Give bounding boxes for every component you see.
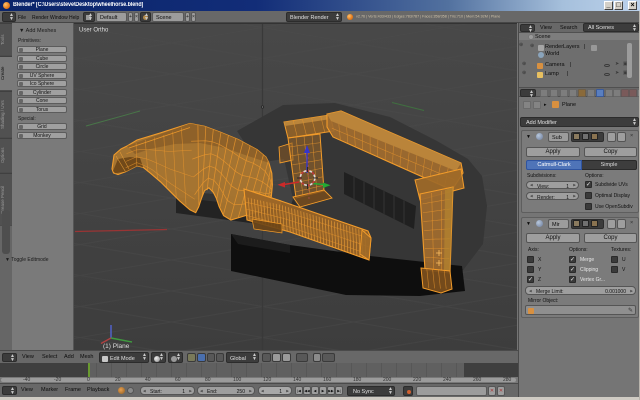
svg-text:(1) Plane: (1) Plane <box>103 343 130 350</box>
svg-text:User Ortho: User Ortho <box>79 28 109 34</box>
